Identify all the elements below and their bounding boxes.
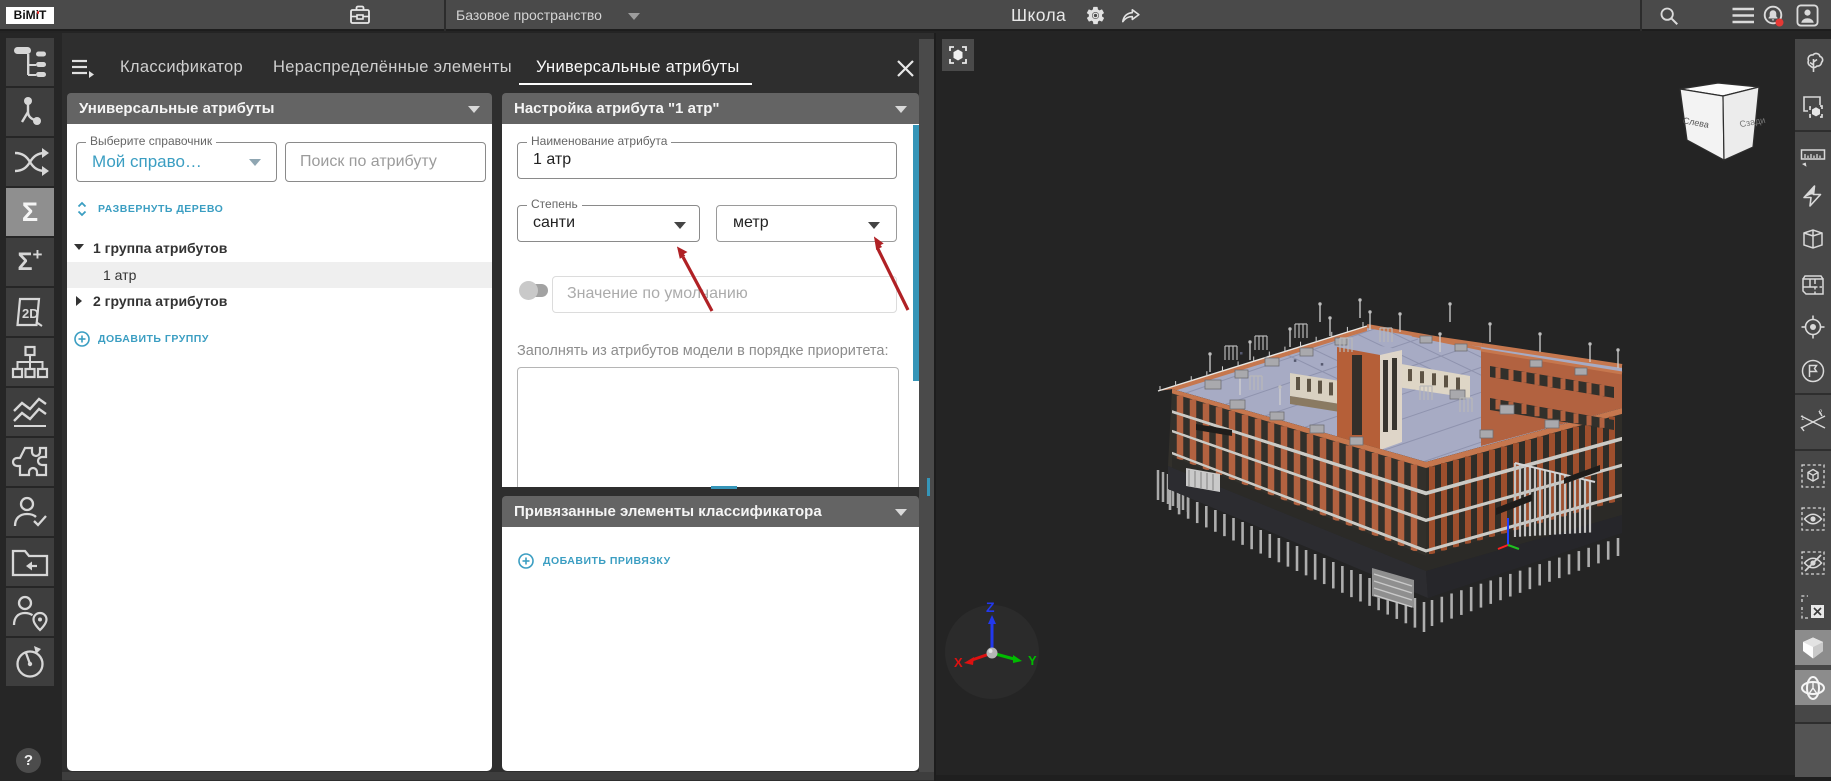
svg-text:Z: Z — [986, 599, 995, 615]
svg-text:2D: 2D — [22, 306, 39, 321]
svg-text:2: 2 — [1819, 410, 1823, 416]
svg-text:X: X — [954, 655, 963, 670]
svg-text:Y: Y — [1028, 653, 1037, 668]
svg-text:1: 1 — [1801, 416, 1805, 422]
